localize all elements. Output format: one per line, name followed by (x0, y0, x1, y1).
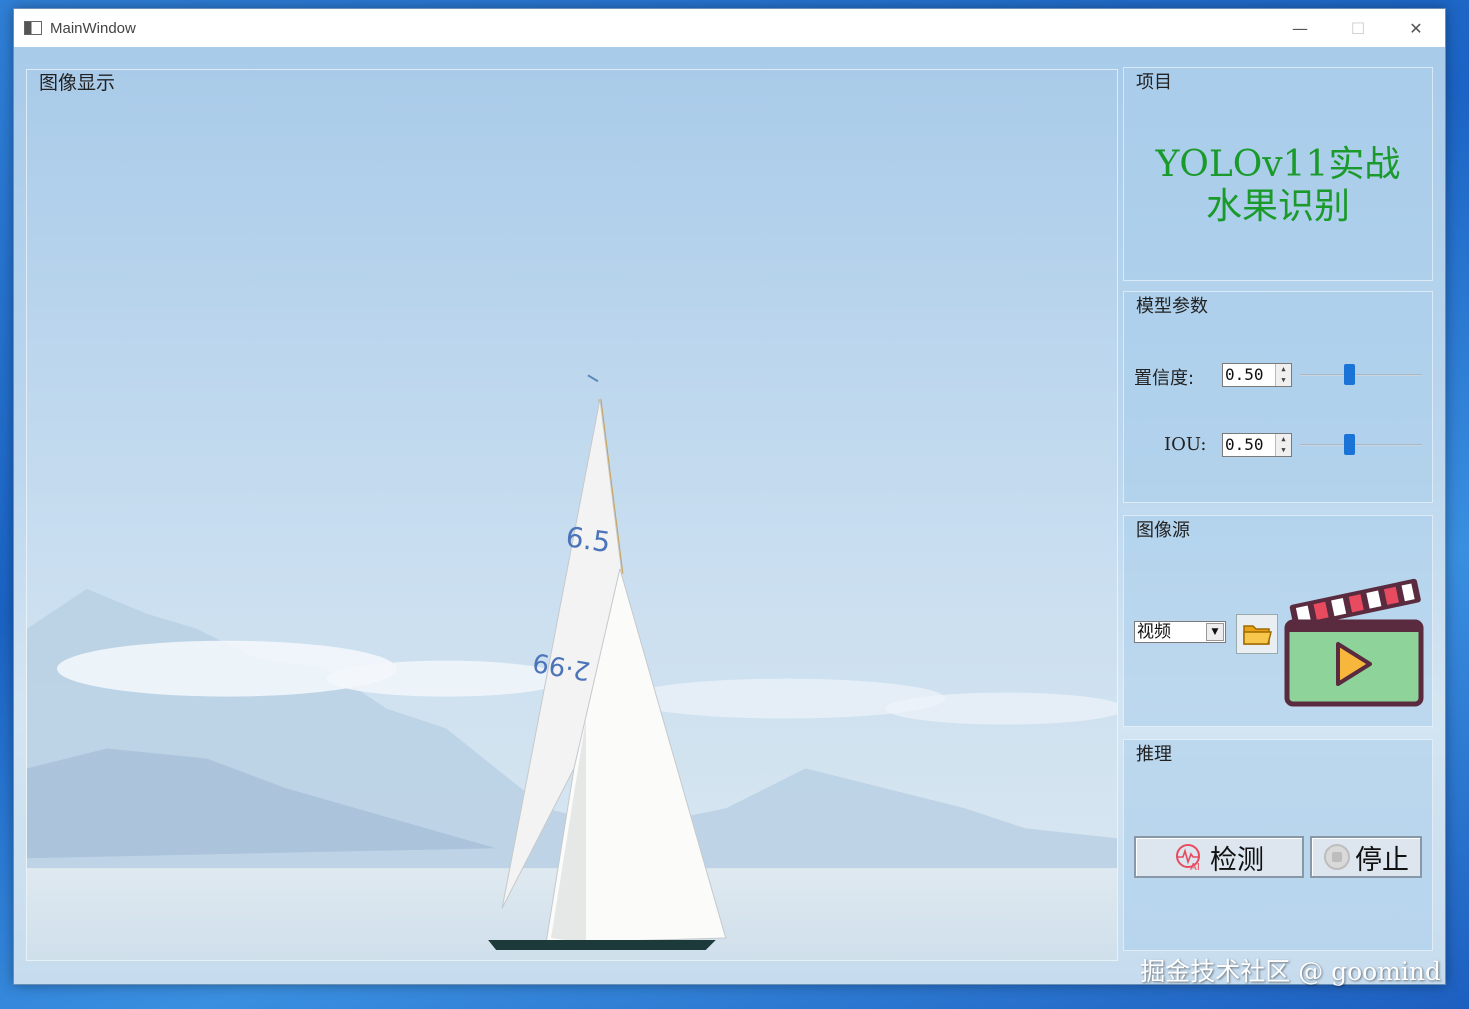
maximize-button[interactable]: ☐ (1329, 9, 1387, 47)
window-controls: — ☐ ✕ (1271, 9, 1445, 47)
cloud (885, 692, 1117, 725)
stop-button[interactable]: 停止 (1310, 836, 1422, 878)
confidence-label: 置信度: (1134, 368, 1195, 389)
minimize-icon: — (1292, 18, 1308, 38)
inference-panel: 推理 AI 检测 停止 (1123, 739, 1433, 951)
close-button[interactable]: ✕ (1387, 9, 1445, 47)
ai-detect-icon: AI (1176, 844, 1200, 872)
iou-value: 0.50 (1225, 435, 1264, 454)
svg-text:6.5: 6.5 (564, 520, 613, 559)
client-area: 6.5 2·99 图像显示 项目 YOLOv11实战 水果识别 模型参数 置信度… (14, 47, 1445, 984)
iou-slider[interactable] (1300, 433, 1422, 457)
cloud (326, 660, 567, 697)
project-title: 项目 (1136, 72, 1172, 93)
project-name-line2: 水果识别 (1205, 186, 1350, 227)
detect-button[interactable]: AI 检测 (1134, 836, 1304, 878)
slider-handle[interactable] (1344, 434, 1355, 455)
close-icon: ✕ (1409, 18, 1423, 38)
slider-track (1300, 374, 1422, 376)
window-title: MainWindow (50, 19, 136, 37)
image-source-title: 图像源 (1136, 520, 1190, 541)
image-display-group: 6.5 2·99 图像显示 (26, 69, 1118, 961)
video-clapperboard-icon (1284, 578, 1424, 707)
model-params-title: 模型参数 (1136, 296, 1208, 317)
spin-arrows-icon[interactable]: ▲ ▼ (1275, 434, 1291, 456)
stop-label: 停止 (1355, 844, 1409, 876)
slider-track (1300, 444, 1422, 446)
source-selected-value: 视频 (1137, 622, 1171, 642)
open-folder-button[interactable] (1236, 614, 1278, 654)
confidence-slider[interactable] (1300, 363, 1422, 387)
image-display-title: 图像显示 (39, 72, 116, 94)
chevron-down-icon[interactable]: ▼ (1206, 623, 1224, 641)
confidence-value: 0.50 (1225, 365, 1264, 384)
project-panel: 项目 YOLOv11实战 水果识别 (1123, 67, 1433, 281)
maximize-icon: ☐ (1350, 18, 1366, 38)
title-bar[interactable]: MainWindow — ☐ ✕ (14, 9, 1445, 47)
app-icon (24, 21, 42, 35)
main-window: MainWindow — ☐ ✕ 6.5 2·99 图像显示 项目 YOLOv1… (13, 8, 1446, 985)
image-display-view: 6.5 2·99 (27, 70, 1117, 960)
image-source-panel: 图像源 视频 ▼ (1123, 515, 1433, 727)
spin-arrows-icon[interactable]: ▲ ▼ (1275, 364, 1291, 386)
watermark: 掘金技术社区 @ goomind (1140, 957, 1441, 986)
minimize-button[interactable]: — (1271, 9, 1329, 47)
stop-icon (1324, 844, 1350, 870)
iou-label: IOU: (1164, 434, 1207, 455)
slider-handle[interactable] (1344, 364, 1355, 385)
iou-spinbox[interactable]: 0.50 ▲ ▼ (1222, 433, 1292, 457)
project-name-line1: YOLOv11实战 (1155, 144, 1401, 185)
detect-label: 检测 (1210, 844, 1264, 876)
folder-icon (1243, 625, 1272, 645)
inference-title: 推理 (1136, 744, 1172, 765)
svg-text:AI: AI (1190, 862, 1200, 872)
confidence-spinbox[interactable]: 0.50 ▲ ▼ (1222, 363, 1292, 387)
source-select[interactable]: 视频 ▼ (1134, 621, 1226, 643)
model-params-panel: 模型参数 置信度: 0.50 ▲ ▼ IOU: 0.50 ▲ ▼ (1123, 291, 1433, 503)
